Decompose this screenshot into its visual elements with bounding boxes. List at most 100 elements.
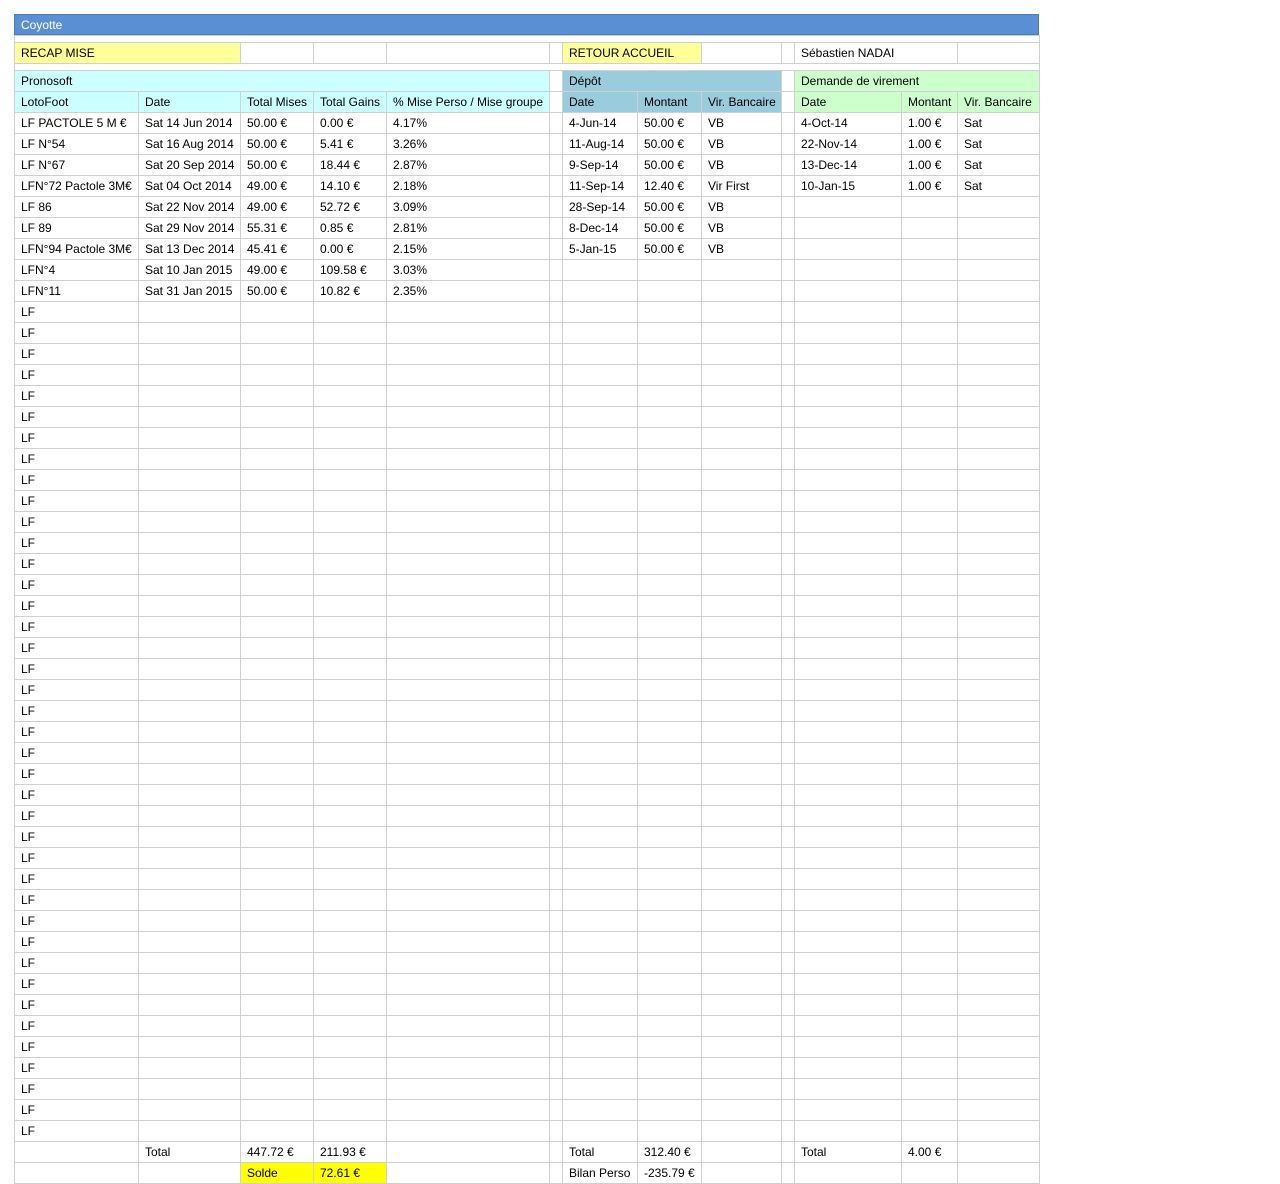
gap-cell[interactable] [781,595,795,617]
lf-cell[interactable] [240,679,314,701]
depot-cell[interactable] [637,301,702,323]
depot-cell[interactable] [701,280,782,302]
gap-cell[interactable] [549,889,563,911]
depot-cell[interactable] [637,763,702,785]
lf-cell[interactable]: LF [14,637,139,659]
lf-cell[interactable] [386,553,550,575]
depot-cell[interactable] [701,910,782,932]
virement-cell[interactable] [794,217,902,239]
depot-cell[interactable] [701,511,782,533]
lf-cell[interactable] [386,784,550,806]
depot-cell[interactable] [562,427,638,449]
lf-cell[interactable]: 50.00 € [240,112,314,134]
lf-cell[interactable]: LFN°4 [14,259,139,281]
virement-cell[interactable] [794,1015,902,1037]
gap-cell[interactable] [781,112,795,134]
bilan-label[interactable]: Bilan Perso [562,1162,638,1184]
depot-cell[interactable] [562,469,638,491]
depot-cell[interactable] [562,1078,638,1100]
depot-cell[interactable] [562,553,638,575]
lf-cell[interactable] [313,763,387,785]
virement-cell[interactable] [901,448,958,470]
lf-cell[interactable] [138,532,241,554]
gap-cell[interactable] [781,847,795,869]
lf-cell[interactable]: 49.00 € [240,259,314,281]
lf-total-gains[interactable]: 211.93 € [313,1141,387,1163]
depot-cell[interactable] [637,322,702,344]
virement-cell[interactable] [901,511,958,533]
lf-cell[interactable]: LF [14,847,139,869]
gap-cell[interactable] [781,973,795,995]
lf-cell[interactable]: LF [14,1036,139,1058]
lf-cell[interactable]: LF [14,1057,139,1079]
virement-cell[interactable] [901,679,958,701]
depot-cell[interactable] [701,994,782,1016]
lf-cell[interactable] [240,1036,314,1058]
lf-cell[interactable]: 50.00 € [240,280,314,302]
lf-cell[interactable]: 52.72 € [313,196,387,218]
gap-cell[interactable] [781,574,795,596]
virement-cell[interactable] [956,973,1041,995]
depot-cell[interactable] [637,700,702,722]
lf-cell[interactable]: LF [14,427,139,449]
depot-cell[interactable] [701,952,782,974]
lf-cell[interactable] [386,763,550,785]
lf-total-label[interactable]: Total [138,1141,241,1163]
virement-cell[interactable] [956,364,1041,386]
lf-cell[interactable] [386,658,550,680]
depot-cell[interactable] [637,595,702,617]
lf-cell[interactable] [138,1036,241,1058]
virement-cell[interactable] [956,574,1041,596]
virement-cell[interactable]: 1.00 € [901,133,958,155]
depot-cell[interactable]: 50.00 € [637,196,702,218]
depot-cell[interactable] [701,700,782,722]
lf-cell[interactable] [138,994,241,1016]
lf-cell[interactable] [386,406,550,428]
virement-cell[interactable] [901,322,958,344]
virement-cell[interactable] [956,700,1041,722]
gap-cell[interactable] [781,448,795,470]
depot-cell[interactable] [701,1120,782,1142]
virement-cell[interactable]: 22-Nov-14 [794,133,902,155]
virement-cell[interactable] [901,1120,958,1142]
lf-cell[interactable] [240,1120,314,1142]
depot-cell[interactable] [701,805,782,827]
gap-cell[interactable] [781,532,795,554]
depot-cell[interactable] [562,1015,638,1037]
depot-cell[interactable] [562,1057,638,1079]
gap-cell[interactable] [781,385,795,407]
virement-cell[interactable] [901,595,958,617]
virement-cell[interactable] [956,742,1041,764]
lf-cell[interactable] [386,847,550,869]
virement-cell[interactable]: 13-Dec-14 [794,154,902,176]
lf-cell[interactable]: 49.00 € [240,196,314,218]
lf-cell[interactable]: Sat 22 Nov 2014 [138,196,241,218]
virement-cell[interactable] [956,679,1041,701]
virement-cell[interactable] [956,595,1041,617]
lf-cell[interactable]: LF [14,805,139,827]
lf-cell[interactable] [313,658,387,680]
lf-cell[interactable] [138,364,241,386]
depot-cell[interactable] [637,910,702,932]
lf-cell[interactable] [386,322,550,344]
lf-cell[interactable] [386,889,550,911]
lf-cell[interactable] [386,1015,550,1037]
lf-cell[interactable] [138,1099,241,1121]
gap-cell[interactable] [549,973,563,995]
gap-cell[interactable] [549,658,563,680]
lf-cell[interactable]: LF [14,1078,139,1100]
lf-cell[interactable]: 0.85 € [313,217,387,239]
virement-cell[interactable] [794,574,902,596]
virement-cell[interactable] [956,1057,1041,1079]
gap-cell[interactable] [549,175,563,197]
depot-cell[interactable] [701,616,782,638]
depot-cell[interactable] [562,343,638,365]
depot-cell[interactable] [637,469,702,491]
gap-cell[interactable] [549,1057,563,1079]
gap-cell[interactable] [781,1120,795,1142]
gap-cell[interactable] [549,952,563,974]
lf-cell[interactable] [386,343,550,365]
depot-cell[interactable] [637,574,702,596]
lf-cell[interactable] [386,490,550,512]
depot-cell[interactable]: 28-Sep-14 [562,196,638,218]
